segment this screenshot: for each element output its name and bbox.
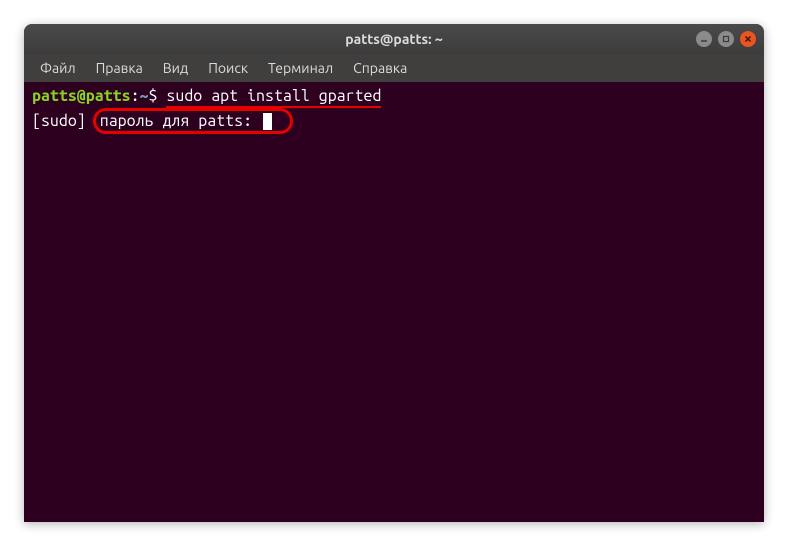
menubar: Файл Правка Вид Поиск Терминал Справка	[24, 54, 764, 82]
sudo-prefix: [sudo]	[32, 111, 95, 131]
menu-view[interactable]: Вид	[155, 57, 196, 79]
window-controls	[696, 31, 756, 47]
prompt-user: patts@patts	[32, 86, 131, 108]
minimize-button[interactable]	[696, 31, 712, 47]
window-title: patts@patts: ~	[345, 31, 443, 47]
terminal-line-2: [sudo] пароль для patts:	[32, 108, 756, 134]
terminal-line-1: patts@patts:~$ sudo apt install gparted	[32, 86, 756, 108]
terminal-window: patts@patts: ~ Файл Правка Вид Поиск Тер…	[24, 24, 764, 522]
terminal-cursor	[263, 113, 272, 130]
close-icon	[744, 35, 752, 43]
maximize-icon	[722, 35, 730, 43]
maximize-button[interactable]	[718, 31, 734, 47]
close-button[interactable]	[740, 31, 756, 47]
menu-edit[interactable]: Правка	[88, 57, 151, 79]
terminal-body[interactable]: patts@patts:~$ sudo apt install gparted …	[24, 82, 764, 522]
sudo-password-prompt: пароль для patts:	[100, 111, 261, 131]
menu-terminal[interactable]: Терминал	[260, 57, 341, 79]
terminal-command: sudo apt install gparted	[166, 86, 381, 108]
prompt-path: ~	[140, 86, 149, 108]
menu-help[interactable]: Справка	[345, 57, 415, 79]
menu-search[interactable]: Поиск	[200, 57, 256, 79]
prompt-dollar: $	[149, 86, 167, 108]
prompt-colon: :	[131, 86, 140, 108]
highlight-annotation: пароль для patts:	[93, 108, 293, 134]
minimize-icon	[700, 35, 708, 43]
menu-file[interactable]: Файл	[32, 57, 84, 79]
titlebar: patts@patts: ~	[24, 24, 764, 54]
